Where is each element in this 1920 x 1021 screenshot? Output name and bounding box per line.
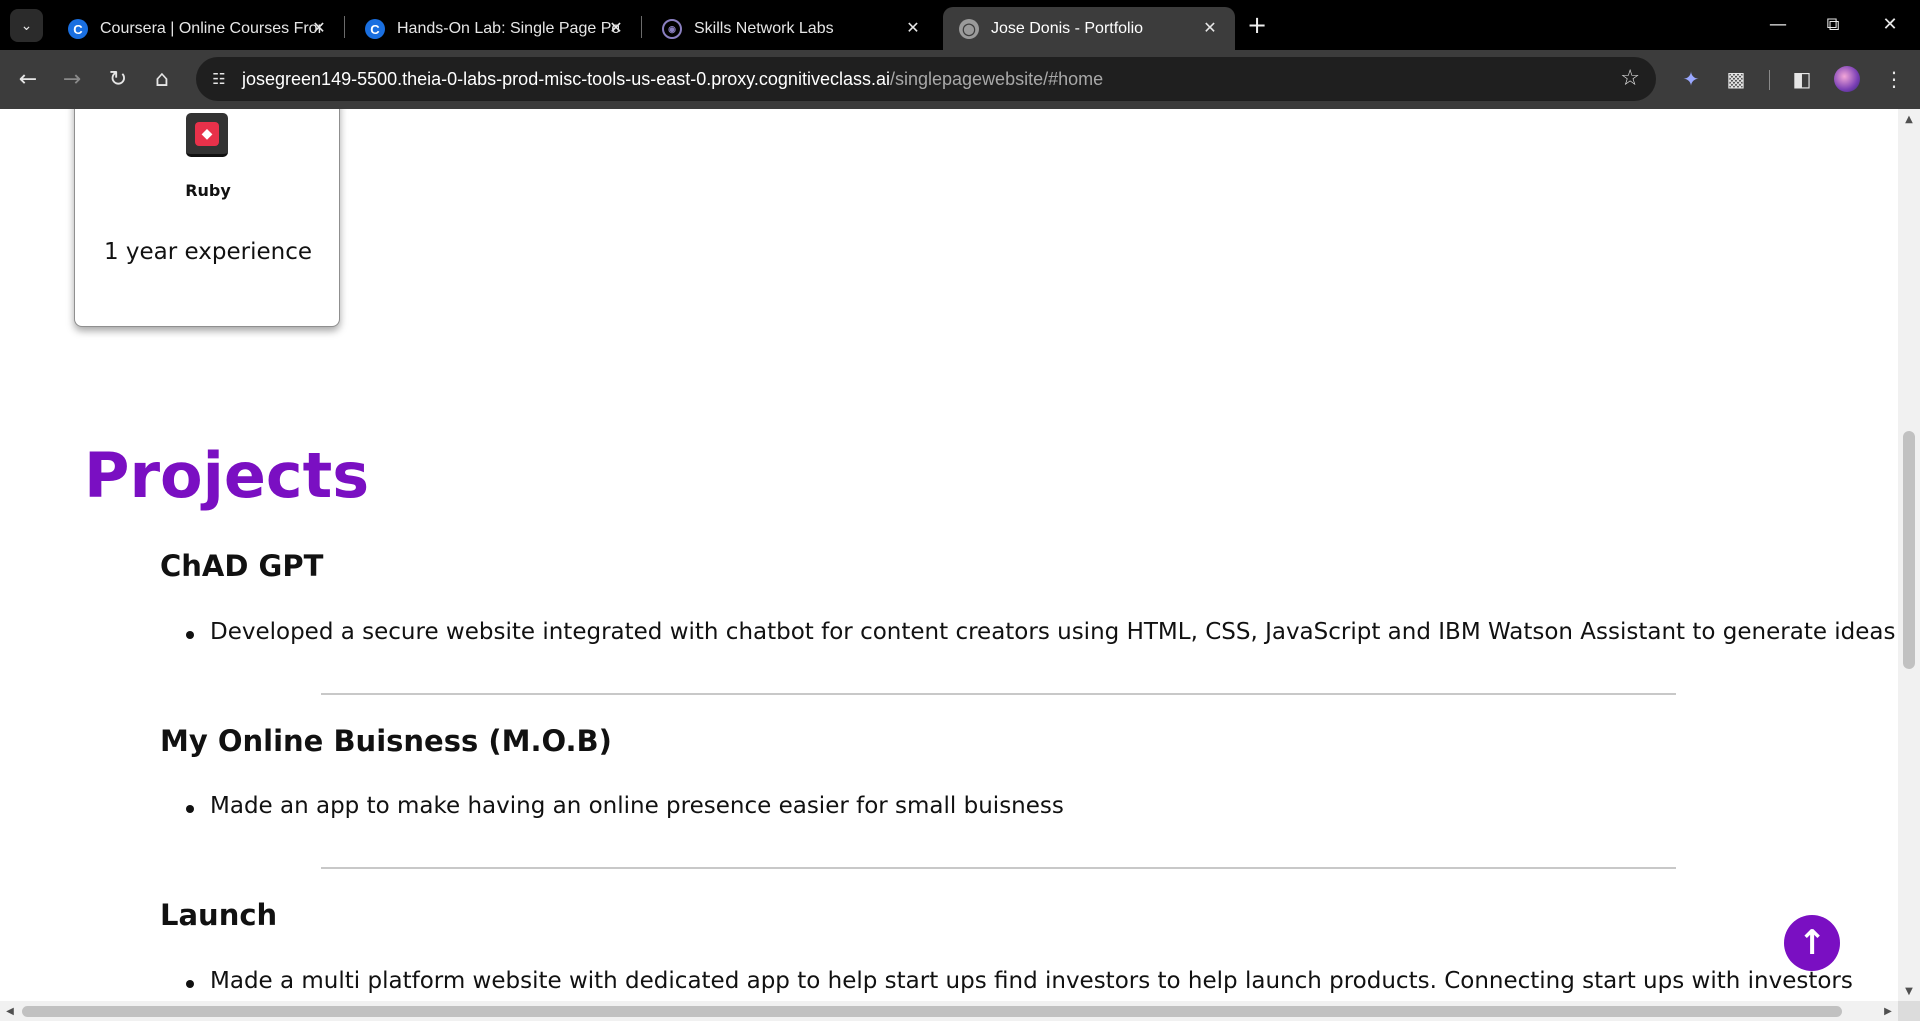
tab-separator — [641, 16, 642, 38]
new-tab-button[interactable]: + — [1244, 11, 1270, 39]
tab-hands-on-lab[interactable]: C Hands-On Lab: Single Page Port ✕ — [349, 7, 641, 50]
reload-button[interactable]: ↻ — [103, 64, 133, 94]
menu-kebab-icon[interactable]: ⋮ — [1879, 64, 1909, 94]
skill-card-ruby: ◆ Ruby 1 year experience — [74, 109, 340, 327]
side-panel-icon[interactable]: ◧ — [1787, 64, 1817, 94]
tab-separator — [344, 16, 345, 38]
forward-button[interactable]: → — [57, 64, 87, 94]
back-button[interactable]: ← — [13, 64, 43, 94]
close-icon[interactable]: ✕ — [308, 17, 330, 39]
bullet-icon — [186, 980, 194, 988]
ruby-icon: ◆ — [186, 113, 228, 157]
close-icon[interactable]: ✕ — [1199, 17, 1221, 39]
tab-search-button[interactable]: ⌄ — [10, 9, 43, 42]
close-icon[interactable]: ✕ — [902, 17, 924, 39]
project-title: My Online Buisness (M.O.B) — [160, 724, 612, 758]
url-path: /singlepagewebsite/#home — [889, 69, 1104, 89]
bullet-icon — [186, 805, 194, 813]
arrow-left-icon: ← — [18, 66, 38, 92]
chevron-down-icon: ⌄ — [20, 17, 33, 34]
tab-coursera[interactable]: C Coursera | Online Courses From ✕ — [52, 7, 344, 50]
project-description-text: Made a multi platform website with dedic… — [210, 968, 1853, 994]
tab-skills-network[interactable]: ◉ Skills Network Labs ✕ — [646, 7, 938, 50]
globe-icon: ◯ — [959, 19, 979, 39]
gem-icon: ◆ — [195, 121, 219, 146]
divider — [321, 867, 1676, 869]
plus-icon: + — [1246, 11, 1268, 39]
scroll-up-icon[interactable]: ▲ — [1898, 109, 1920, 129]
page-viewport: ◆ Ruby 1 year experience Projects ChAD G… — [0, 109, 1898, 1001]
minimize-icon: — — [1769, 13, 1787, 35]
home-button[interactable]: ⌂ — [147, 64, 177, 94]
gemini-icon[interactable]: ✦ — [1676, 64, 1706, 94]
extensions-icon[interactable]: ▩ — [1721, 64, 1751, 94]
coursera-icon: C — [68, 19, 88, 39]
skills-network-icon: ◉ — [662, 19, 682, 39]
tab-title: Jose Donis - Portfolio — [991, 20, 1144, 37]
coursera-icon: C — [365, 19, 385, 39]
scroll-down-icon[interactable]: ▼ — [1898, 981, 1920, 1001]
tab-bar: ⌄ C Coursera | Online Courses From ✕ C H… — [0, 0, 1920, 50]
bullet-icon — [186, 631, 194, 639]
restore-icon: ⧉ — [1826, 13, 1840, 35]
browser-toolbar: ← → ↻ ⌂ ☷ josegreen149-5500.theia-0-labs… — [0, 50, 1920, 109]
avatar[interactable] — [1834, 66, 1860, 92]
skill-name: Ruby — [185, 181, 231, 200]
project-description-text: Developed a secure website integrated wi… — [210, 619, 1896, 645]
address-bar[interactable]: ☷ josegreen149-5500.theia-0-labs-prod-mi… — [196, 57, 1656, 101]
scrollbar-thumb[interactable] — [22, 1006, 1842, 1017]
url-host: josegreen149-5500.theia-0-labs-prod-misc… — [242, 69, 890, 89]
scrollbar-corner — [1898, 1001, 1920, 1021]
home-icon: ⌂ — [155, 66, 169, 92]
arrow-up-icon: ↑ — [1797, 923, 1827, 963]
restore-button[interactable]: ⧉ — [1813, 8, 1853, 40]
tab-portfolio[interactable]: ◯ Jose Donis - Portfolio ✕ — [943, 7, 1235, 50]
arrow-right-icon: → — [62, 66, 82, 92]
scroll-left-icon[interactable]: ◀ — [0, 1001, 20, 1021]
project-title: Launch — [160, 898, 278, 932]
site-info-icon[interactable]: ☷ — [208, 68, 230, 90]
project-title: ChAD GPT — [160, 549, 324, 583]
url-text[interactable]: josegreen149-5500.theia-0-labs-prod-misc… — [242, 69, 1103, 90]
close-window-button[interactable]: ✕ — [1870, 8, 1910, 40]
scrollbar-thumb[interactable] — [1903, 431, 1915, 669]
toolbar-divider — [1769, 70, 1770, 90]
bookmark-star-icon[interactable]: ☆ — [1620, 66, 1640, 91]
minimize-button[interactable]: — — [1758, 8, 1798, 40]
scroll-right-icon[interactable]: ▶ — [1878, 1001, 1898, 1021]
close-icon[interactable]: ✕ — [605, 17, 627, 39]
close-icon: ✕ — [1882, 13, 1898, 35]
divider — [321, 693, 1676, 695]
tab-title: Coursera | Online Courses From — [100, 20, 322, 37]
vertical-scrollbar[interactable]: ▲ ▼ — [1898, 109, 1920, 1001]
projects-heading: Projects — [84, 439, 370, 512]
project-description-text: Made an app to make having an online pre… — [210, 793, 1064, 819]
skill-experience: 1 year experience — [103, 239, 313, 265]
back-to-top-button[interactable]: ↑ — [1784, 915, 1840, 971]
horizontal-scrollbar[interactable]: ◀ ▶ — [0, 1001, 1898, 1021]
tab-title: Skills Network Labs — [694, 20, 834, 37]
reload-icon: ↻ — [108, 66, 128, 92]
tab-title: Hands-On Lab: Single Page Port — [397, 20, 619, 37]
